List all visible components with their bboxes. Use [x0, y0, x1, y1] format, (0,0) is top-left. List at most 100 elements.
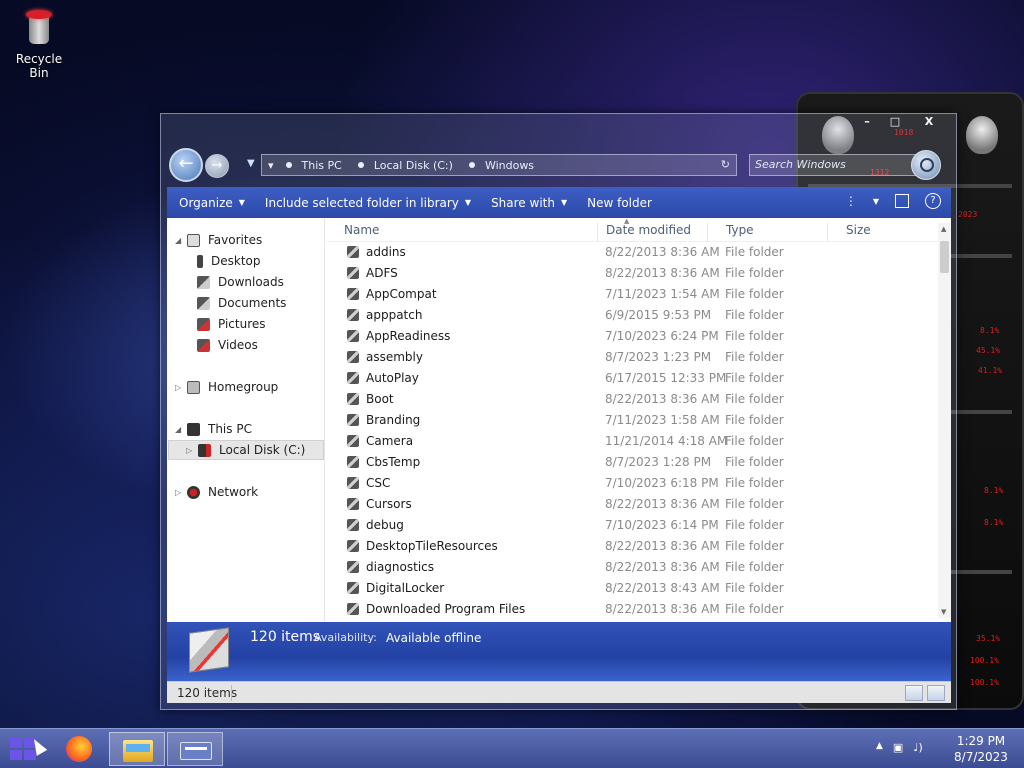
taskbar-firefox[interactable]: [62, 732, 96, 766]
expand-arrow-icon: ◢: [175, 235, 182, 245]
back-button[interactable]: ←: [169, 148, 203, 182]
file-name: Cursors: [366, 497, 412, 511]
nav-local-disk[interactable]: ▷ Local Disk (C:): [168, 440, 324, 460]
file-name: AppReadiness: [366, 329, 451, 343]
file-date-modified: 8/22/2013 8:36 AM: [605, 392, 720, 406]
nav-network[interactable]: ▷ Network: [175, 482, 258, 502]
breadcrumb-this-pc[interactable]: This PC: [285, 159, 342, 172]
nav-videos[interactable]: Videos: [197, 335, 258, 355]
share-with-button[interactable]: Share with ▼: [491, 196, 567, 210]
table-row[interactable]: Boot 8/22/2013 8:36 AM File folder: [326, 389, 938, 410]
table-row[interactable]: ADFS 8/22/2013 8:36 AM File folder: [326, 263, 938, 284]
show-hidden-icons-icon[interactable]: ▲: [876, 741, 883, 754]
scroll-down-icon[interactable]: ▼: [941, 608, 946, 616]
file-date-modified: 8/22/2013 8:36 AM: [605, 266, 720, 280]
recent-locations-dropdown[interactable]: ▼: [247, 158, 255, 169]
table-row[interactable]: Cursors 8/22/2013 8:36 AM File folder: [326, 494, 938, 515]
table-row[interactable]: assembly 8/7/2023 1:23 PM File folder: [326, 347, 938, 368]
file-type: File folder: [725, 602, 784, 616]
network-tray-icon[interactable]: ▣: [893, 741, 903, 754]
folder-icon: [347, 456, 359, 468]
address-bar[interactable]: ▾ This PC Local Disk (C:) Windows ↻: [261, 154, 737, 176]
new-folder-button[interactable]: New folder: [587, 196, 652, 210]
arrow-left-icon: ←: [178, 153, 194, 174]
include-in-library-button[interactable]: Include selected folder in library ▼: [265, 196, 471, 210]
taskbar-clock[interactable]: 1:29 PM 8/7/2023: [946, 733, 1016, 765]
refresh-icon[interactable]: ↻: [721, 158, 730, 171]
folder-icon: [347, 351, 359, 363]
table-row[interactable]: Camera 11/21/2014 4:18 AM File folder: [326, 431, 938, 452]
folder-icon: [347, 435, 359, 447]
file-date-modified: 7/11/2023 1:58 AM: [605, 413, 720, 427]
column-size[interactable]: Size: [828, 223, 918, 241]
nav-this-pc[interactable]: ◢ This PC: [175, 419, 252, 439]
search-icon[interactable]: [911, 150, 941, 180]
file-name: apppatch: [366, 308, 423, 322]
table-row[interactable]: Downloaded Program Files 8/22/2013 8:36 A…: [326, 599, 938, 620]
file-date-modified: 8/22/2013 8:36 AM: [605, 560, 720, 574]
nav-favorites[interactable]: ◢ Favorites: [175, 230, 262, 250]
folder-icon: [347, 561, 359, 573]
table-row[interactable]: DesktopTileResources 8/22/2013 8:36 AM Fil…: [326, 536, 938, 557]
column-name[interactable]: Name: [326, 223, 598, 241]
gadget-readout: 100.1%: [970, 656, 999, 665]
chevron-down-icon: ▼: [464, 198, 472, 207]
search-input[interactable]: Search Windows: [749, 154, 925, 176]
scroll-up-icon[interactable]: ▲: [941, 225, 946, 233]
videos-icon: [197, 338, 210, 352]
file-name: DigitalLocker: [366, 581, 445, 595]
file-name: AutoPlay: [366, 371, 419, 385]
table-row[interactable]: CbsTemp 8/7/2023 1:28 PM File folder: [326, 452, 938, 473]
table-row[interactable]: AppReadiness 7/10/2023 6:24 PM File folder: [326, 326, 938, 347]
nav-pictures[interactable]: Pictures: [197, 314, 266, 334]
nav-homegroup[interactable]: ▷ Homegroup: [175, 377, 278, 397]
drive-icon: [198, 443, 211, 457]
breadcrumb-windows[interactable]: Windows: [468, 159, 534, 172]
organize-button[interactable]: Organize ▼: [179, 196, 245, 210]
file-date-modified: 7/10/2023 6:18 PM: [605, 476, 719, 490]
preview-pane-icon[interactable]: [895, 194, 909, 208]
chevron-down-icon: ▼: [560, 198, 568, 207]
table-row[interactable]: Branding 7/11/2023 1:58 AM File folder: [326, 410, 938, 431]
table-row[interactable]: addins 8/22/2013 8:36 AM File folder: [326, 242, 938, 263]
close-button[interactable]: X: [909, 114, 949, 130]
vertical-scrollbar[interactable]: ▲ ▼: [938, 223, 951, 618]
breadcrumb-local-disk[interactable]: Local Disk (C:): [357, 159, 453, 172]
availability-label: Availability:: [314, 631, 377, 644]
table-row[interactable]: debug 7/10/2023 6:14 PM File folder: [326, 515, 938, 536]
taskbar-file-explorer[interactable]: [109, 732, 165, 766]
nav-desktop[interactable]: Desktop: [197, 251, 261, 271]
item-count: 120 items: [250, 629, 321, 645]
table-row[interactable]: CSC 7/10/2023 6:18 PM File folder: [326, 473, 938, 494]
nav-downloads[interactable]: Downloads: [197, 272, 284, 292]
file-name: ADFS: [366, 266, 398, 280]
details-view-icon[interactable]: [905, 685, 923, 701]
help-icon[interactable]: ?: [925, 193, 941, 209]
table-row[interactable]: AutoPlay 6/17/2015 12:33 PM File folder: [326, 368, 938, 389]
nav-documents[interactable]: Documents: [197, 293, 286, 313]
column-type[interactable]: Type: [708, 223, 828, 241]
file-name: Downloaded Program Files: [366, 602, 526, 616]
taskbar-app-card[interactable]: [167, 732, 223, 766]
file-date-modified: 8/22/2013 8:36 AM: [605, 539, 720, 553]
file-date-modified: 7/11/2023 1:54 AM: [605, 287, 720, 301]
large-icons-view-icon[interactable]: [927, 685, 945, 701]
desktop-icon: [197, 254, 203, 268]
forward-button[interactable]: →: [205, 154, 229, 178]
table-row[interactable]: AppCompat 7/11/2023 1:54 AM File folder: [326, 284, 938, 305]
recycle-bin-shortcut[interactable]: Recycle Bin: [6, 6, 72, 80]
file-type: File folder: [725, 413, 784, 427]
volume-icon[interactable]: ♩): [913, 741, 922, 754]
column-date-modified[interactable]: Date modified: [588, 223, 708, 241]
pictures-icon: [197, 317, 210, 331]
minimize-button[interactable]: –: [853, 114, 881, 130]
table-row[interactable]: apppatch 6/9/2015 9:53 PM File folder: [326, 305, 938, 326]
table-row[interactable]: diagnostics 8/22/2013 8:36 AM File folder: [326, 557, 938, 578]
scroll-thumb[interactable]: [940, 241, 949, 273]
table-row[interactable]: DigitalLocker 8/22/2013 8:43 AM File folde…: [326, 578, 938, 599]
file-name: debug: [366, 518, 404, 532]
view-options-icon[interactable]: ⋮: [845, 194, 857, 208]
maximize-button[interactable]: □: [881, 114, 909, 130]
chevron-down-icon[interactable]: ▼: [873, 197, 879, 206]
file-date-modified: 8/7/2023 1:23 PM: [605, 350, 712, 364]
